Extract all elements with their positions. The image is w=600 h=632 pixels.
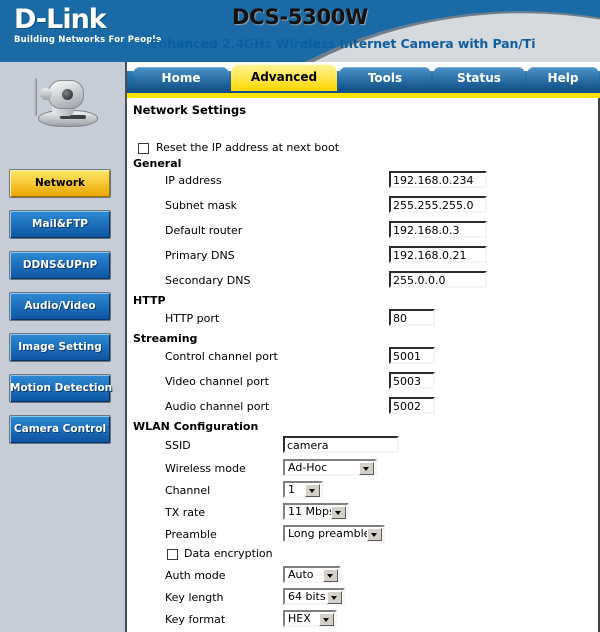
sidebar-item-ddns-upnp[interactable]: DDNS&UPnP [9,251,111,280]
page-title: Network Settings [133,103,247,117]
page-header: D-Link Building Networks For People DCS-… [0,0,600,62]
audio-channel-port-input[interactable]: 5002 [389,397,435,414]
data-encryption-checkbox[interactable] [167,549,178,560]
key-length-value: 64 bits [288,590,326,603]
chevron-down-icon[interactable] [305,484,320,497]
section-heading-general: General [133,157,182,170]
ip-address-label: IP address [165,174,222,187]
auth-mode-select[interactable]: Auto [283,566,341,583]
wireless-mode-value: Ad-Hoc [288,461,328,474]
subnet-mask-label: Subnet mask [165,199,238,212]
default-router-value: 192.168.0.3 [393,224,460,237]
camera-antenna-icon [34,78,37,116]
primary-dns-input[interactable]: 192.168.0.21 [389,246,487,263]
subnet-mask-value: 255.255.255.0 [393,199,474,212]
sidebar-item-audio-video[interactable]: Audio/Video [9,292,111,321]
ssid-input[interactable]: camera [283,436,399,453]
key-length-select[interactable]: 64 bits [283,588,345,605]
control-channel-port-input[interactable]: 5001 [389,347,435,364]
dlink-logo-tagline: Building Networks For People [14,35,162,45]
tab-bar: Home Advanced Tools Status Help [125,62,600,98]
channel-label: Channel [165,484,211,497]
camera-product-image [22,70,104,132]
tx-rate-select[interactable]: 11 Mbps [283,503,349,520]
tab-advanced[interactable]: Advanced [231,64,337,91]
chevron-down-icon[interactable] [319,613,334,626]
camera-knob-icon [40,88,52,100]
tab-tools[interactable]: Tools [339,67,431,91]
key-length-label: Key length [165,591,224,604]
tab-home[interactable]: Home [133,67,229,91]
wireless-mode-select[interactable]: Ad-Hoc [283,459,377,476]
tab-status[interactable]: Status [433,67,525,91]
chevron-down-icon[interactable] [327,591,342,604]
section-heading-wlan: WLAN Configuration [133,420,259,433]
preamble-label: Preamble [165,528,217,541]
primary-dns-value: 192.168.0.21 [393,249,467,262]
chevron-down-icon[interactable] [359,462,374,475]
primary-dns-label: Primary DNS [165,249,235,262]
section-heading-streaming: Streaming [133,332,198,345]
audio-channel-port-value: 5002 [393,400,421,413]
http-port-input[interactable]: 80 [389,309,435,326]
product-title: DCS-5300W [232,5,368,29]
tx-rate-value: 11 Mbps [288,505,335,518]
key-format-value: HEX [288,612,311,625]
preamble-value: Long preamble [288,527,371,540]
sidebar-item-motion-detection[interactable]: Motion Detection [9,374,112,403]
sidebar: Network Mail&FTP DDNS&UPnP Audio/Video I… [0,62,127,632]
chevron-down-icon[interactable] [331,506,346,519]
video-channel-port-input[interactable]: 5003 [389,372,435,389]
data-encryption-label: Data encryption [184,547,273,560]
control-channel-port-label: Control channel port [165,350,278,363]
sidebar-item-image-setting[interactable]: Image Setting [9,333,111,362]
section-heading-http: HTTP [133,294,166,307]
key-format-label: Key format [165,613,226,626]
channel-value: 1 [288,483,295,496]
sidebar-item-camera-control[interactable]: Camera Control [9,415,111,444]
default-router-input[interactable]: 192.168.0.3 [389,221,487,238]
default-router-label: Default router [165,224,243,237]
ip-address-input[interactable]: 192.168.0.234 [389,171,487,188]
video-channel-port-label: Video channel port [165,375,269,388]
ip-address-value: 192.168.0.234 [393,174,474,187]
secondary-dns-value: 255.0.0.0 [393,274,446,287]
sidebar-item-network[interactable]: Network [9,169,111,198]
ssid-label: SSID [165,439,191,452]
camera-lens-icon [62,89,73,100]
auth-mode-value: Auto [288,568,314,581]
preamble-select[interactable]: Long preamble [283,525,385,542]
audio-channel-port-label: Audio channel port [165,400,270,413]
tab-help[interactable]: Help [527,67,599,91]
chevron-down-icon[interactable] [323,569,338,582]
http-port-value: 80 [393,312,407,325]
channel-select[interactable]: 1 [283,481,323,498]
auth-mode-label: Auth mode [165,569,226,582]
sidebar-item-mail-ftp[interactable]: Mail&FTP [9,210,111,239]
http-port-label: HTTP port [165,312,220,325]
reset-ip-checkbox[interactable] [138,143,149,154]
ssid-value: camera [287,439,329,452]
reset-ip-label: Reset the IP address at next boot [156,141,340,154]
browser-page: D-Link Building Networks For People DCS-… [0,0,600,632]
video-channel-port-value: 5003 [393,375,421,388]
control-channel-port-value: 5001 [393,350,421,363]
chevron-down-icon[interactable] [367,528,382,541]
wireless-mode-label: Wireless mode [165,462,246,475]
key-format-select[interactable]: HEX [283,610,337,627]
product-subtitle: Enhanced 2.4GHz Wireless Internet Camera… [150,36,536,51]
secondary-dns-label: Secondary DNS [165,274,251,287]
subnet-mask-input[interactable]: 255.255.255.0 [389,196,487,213]
tx-rate-label: TX rate [165,506,206,519]
content-panel: Network Settings Reset the IP address at… [127,98,600,632]
secondary-dns-input[interactable]: 255.0.0.0 [389,271,487,288]
